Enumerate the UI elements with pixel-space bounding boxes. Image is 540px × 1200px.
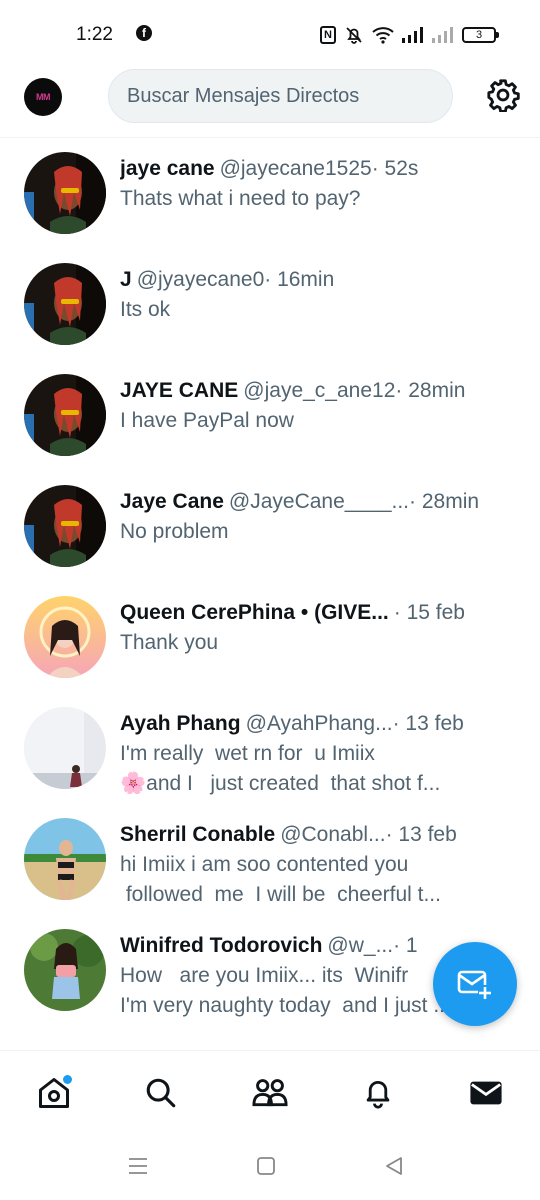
- sender-name: jaye cane: [120, 157, 215, 180]
- avatar: [24, 707, 106, 789]
- conversation-row[interactable]: Sherril Conable @Conabl... · 13 feb hi Im…: [0, 806, 540, 917]
- conversation-row[interactable]: J @jyayecane0 · 16min Its ok: [0, 251, 540, 362]
- timestamp: · 1: [393, 934, 418, 957]
- header: MM Buscar Mensajes Directos: [0, 66, 540, 138]
- new-message-icon: [457, 970, 492, 999]
- nav-communities[interactable]: [250, 1073, 290, 1113]
- signal-2-icon: [432, 27, 453, 43]
- sender-handle: @jayecane1525: [219, 157, 372, 180]
- status-icons: N 3: [320, 24, 499, 46]
- search-input[interactable]: Buscar Mensajes Directos: [108, 69, 453, 123]
- avatar: [24, 374, 106, 456]
- message-preview: hi Imiix i am soo contented you followed…: [120, 853, 441, 906]
- message-preview: Its ok: [120, 298, 171, 321]
- wifi-icon: [372, 27, 394, 44]
- timestamp: · 13 feb: [392, 712, 464, 735]
- sender-name: Sherril Conable: [120, 823, 276, 846]
- signal-icon: [402, 27, 423, 43]
- profile-avatar[interactable]: MM: [24, 78, 62, 116]
- sender-handle: @JayeCane____...: [228, 490, 410, 513]
- avatar: [24, 485, 106, 567]
- message-preview: Thank you: [120, 631, 219, 654]
- conversation-row[interactable]: Jaye Cane @JayeCane____... · 28min No prob…: [0, 473, 540, 584]
- sender-name: Jaye Cane: [120, 490, 224, 513]
- timestamp: · 28min: [395, 379, 466, 402]
- avatar-logo-text: MM: [36, 92, 51, 102]
- conversation-row[interactable]: jaye cane @jayecane1525 · 52s Thats what i…: [0, 140, 540, 251]
- system-nav: [0, 1134, 540, 1200]
- battery-icon: 3: [462, 27, 499, 43]
- conversation-list: jaye cane @jayecane1525 · 52s Thats what i…: [0, 140, 540, 1028]
- facebook-notification-icon: f: [136, 25, 152, 41]
- home-square-icon[interactable]: [254, 1154, 278, 1178]
- status-bar: 1:22 f N 3: [0, 0, 540, 66]
- sender-handle: @jaye_c_ane12: [243, 379, 396, 402]
- nfc-icon: N: [320, 26, 336, 44]
- message-preview: No problem: [120, 520, 229, 543]
- avatar: [24, 152, 106, 234]
- nav-home[interactable]: [34, 1073, 74, 1113]
- status-time: 1:22: [76, 24, 113, 45]
- new-message-button[interactable]: [433, 942, 517, 1026]
- message-preview: Thats what i need to pay?: [120, 187, 361, 210]
- timestamp: · 52s: [371, 157, 419, 180]
- sender-handle: @Conabl...: [280, 823, 386, 846]
- sender-name: Ayah Phang: [120, 712, 241, 735]
- bottom-nav: [0, 1050, 540, 1134]
- message-preview: I have PayPal now: [120, 409, 294, 432]
- mute-icon: [346, 27, 362, 44]
- conversation-row[interactable]: JAYE CANE @jaye_c_ane12 · 28min I have Pay…: [0, 362, 540, 473]
- back-icon[interactable]: [382, 1154, 406, 1178]
- sender-handle: @w_...: [327, 934, 394, 957]
- timestamp: · 28min: [409, 490, 480, 513]
- conversation-row[interactable]: Queen CerePhina • (GIVE... · 15 feb Than…: [0, 584, 540, 695]
- sender-name: J: [120, 268, 132, 291]
- conversation-row[interactable]: Ayah Phang @AyahPhang... · 13 feb I'm rea…: [0, 695, 540, 806]
- sender-handle: @AyahPhang...: [245, 712, 393, 735]
- home-notification-dot: [63, 1075, 72, 1084]
- avatar: [24, 596, 106, 678]
- nav-messages[interactable]: [466, 1073, 506, 1113]
- search-placeholder: Buscar Mensajes Directos: [127, 84, 360, 107]
- gear-icon[interactable]: [486, 78, 520, 112]
- timestamp: · 16min: [264, 268, 335, 291]
- menu-icon[interactable]: [126, 1154, 150, 1178]
- nav-search[interactable]: [141, 1073, 181, 1113]
- sender-handle: @jyayecane0: [136, 268, 265, 291]
- avatar: [24, 263, 106, 345]
- communities-icon: [252, 1079, 288, 1107]
- timestamp: · 13 feb: [385, 823, 457, 846]
- message-preview: I'm really wet rn for u Imiix 🌸and I jus…: [120, 742, 441, 795]
- sender-name: Winifred Todorovich: [120, 934, 323, 957]
- notifications-icon: [366, 1081, 390, 1109]
- avatar: [24, 929, 106, 1011]
- timestamp: · 15 feb: [393, 601, 465, 624]
- nav-notifications[interactable]: [358, 1073, 398, 1113]
- sender-name: Queen CerePhina • (GIVE...: [120, 601, 389, 624]
- sender-name: JAYE CANE: [120, 379, 239, 402]
- messages-icon: [470, 1081, 502, 1105]
- avatar: [24, 818, 106, 900]
- search-icon: [146, 1078, 176, 1108]
